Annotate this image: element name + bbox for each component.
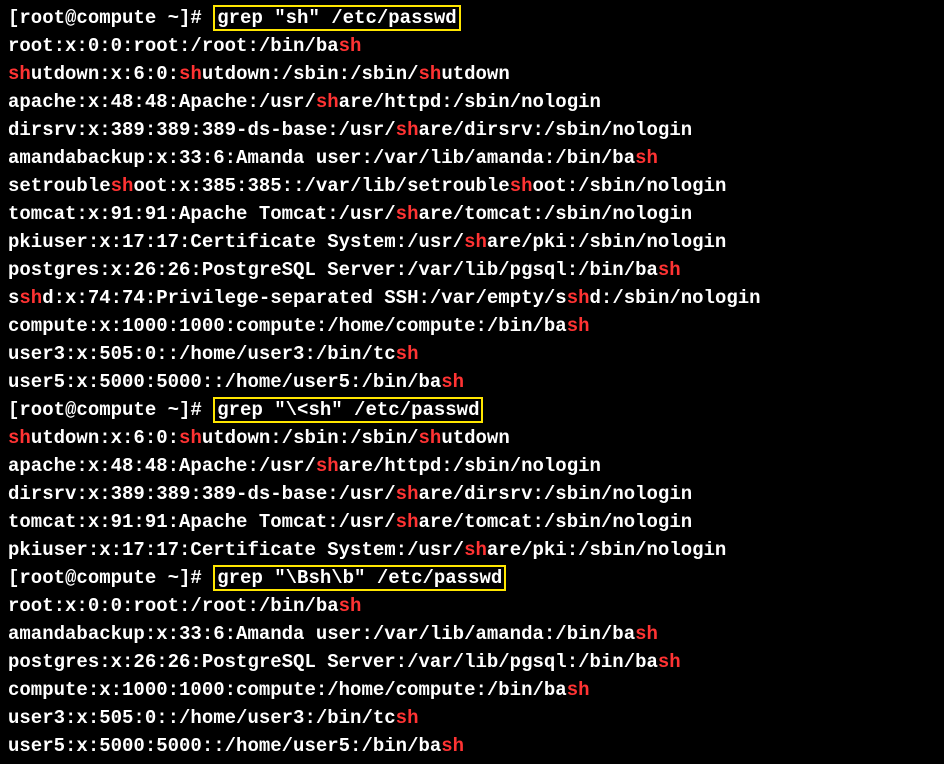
- match-highlight: sh: [567, 679, 590, 701]
- terminal[interactable]: [root@compute ~]# grep "sh" /etc/passwdr…: [8, 4, 936, 760]
- match-highlight: sh: [464, 231, 487, 253]
- command-highlight-box: grep "\Bsh\b" /etc/passwd: [213, 565, 506, 591]
- terminal-line: root:x:0:0:root:/root:/bin/bash: [8, 592, 936, 620]
- match-highlight: sh: [441, 735, 464, 757]
- command-highlight-box: grep "\<sh" /etc/passwd: [213, 397, 483, 423]
- shell-prompt: [root@compute ~]#: [8, 567, 213, 589]
- match-highlight: sh: [316, 91, 339, 113]
- match-highlight: sh: [8, 427, 31, 449]
- match-highlight: sh: [111, 175, 134, 197]
- terminal-line: amandabackup:x:33:6:Amanda user:/var/lib…: [8, 144, 936, 172]
- match-highlight: sh: [658, 259, 681, 281]
- match-highlight: sh: [396, 707, 419, 729]
- match-highlight: sh: [179, 63, 202, 85]
- terminal-line: shutdown:x:6:0:shutdown:/sbin:/sbin/shut…: [8, 60, 936, 88]
- terminal-line: shutdown:x:6:0:shutdown:/sbin:/sbin/shut…: [8, 424, 936, 452]
- terminal-line: apache:x:48:48:Apache:/usr/share/httpd:/…: [8, 452, 936, 480]
- terminal-line: user5:x:5000:5000::/home/user5:/bin/bash: [8, 368, 936, 396]
- match-highlight: sh: [339, 595, 362, 617]
- match-highlight: sh: [464, 539, 487, 561]
- terminal-line: compute:x:1000:1000:compute:/home/comput…: [8, 312, 936, 340]
- terminal-line: user5:x:5000:5000::/home/user5:/bin/bash: [8, 732, 936, 760]
- terminal-line: user3:x:505:0::/home/user3:/bin/tcsh: [8, 340, 936, 368]
- match-highlight: sh: [396, 343, 419, 365]
- terminal-line: dirsrv:x:389:389:389-ds-base:/usr/share/…: [8, 116, 936, 144]
- match-highlight: sh: [419, 63, 442, 85]
- shell-prompt: [root@compute ~]#: [8, 399, 213, 421]
- terminal-line: postgres:x:26:26:PostgreSQL Server:/var/…: [8, 256, 936, 284]
- terminal-line: root:x:0:0:root:/root:/bin/bash: [8, 32, 936, 60]
- terminal-line: [root@compute ~]# grep "\Bsh\b" /etc/pas…: [8, 564, 936, 592]
- shell-prompt: [root@compute ~]#: [8, 7, 213, 29]
- command-highlight-box: grep "sh" /etc/passwd: [213, 5, 460, 31]
- match-highlight: sh: [396, 203, 419, 225]
- match-highlight: sh: [396, 511, 419, 533]
- match-highlight: sh: [635, 147, 658, 169]
- terminal-line: tomcat:x:91:91:Apache Tomcat:/usr/share/…: [8, 200, 936, 228]
- terminal-line: setroubleshoot:x:385:385::/var/lib/setro…: [8, 172, 936, 200]
- match-highlight: sh: [658, 651, 681, 673]
- terminal-line: [root@compute ~]# grep "\<sh" /etc/passw…: [8, 396, 936, 424]
- match-highlight: sh: [19, 287, 42, 309]
- match-highlight: sh: [179, 427, 202, 449]
- match-highlight: sh: [419, 427, 442, 449]
- terminal-line: [root@compute ~]# grep "sh" /etc/passwd: [8, 4, 936, 32]
- terminal-line: user3:x:505:0::/home/user3:/bin/tcsh: [8, 704, 936, 732]
- terminal-line: apache:x:48:48:Apache:/usr/share/httpd:/…: [8, 88, 936, 116]
- match-highlight: sh: [8, 63, 31, 85]
- terminal-line: dirsrv:x:389:389:389-ds-base:/usr/share/…: [8, 480, 936, 508]
- match-highlight: sh: [396, 483, 419, 505]
- match-highlight: sh: [316, 455, 339, 477]
- match-highlight: sh: [339, 35, 362, 57]
- match-highlight: sh: [567, 287, 590, 309]
- terminal-line: compute:x:1000:1000:compute:/home/comput…: [8, 676, 936, 704]
- match-highlight: sh: [396, 119, 419, 141]
- terminal-line: tomcat:x:91:91:Apache Tomcat:/usr/share/…: [8, 508, 936, 536]
- terminal-line: pkiuser:x:17:17:Certificate System:/usr/…: [8, 536, 936, 564]
- terminal-line: postgres:x:26:26:PostgreSQL Server:/var/…: [8, 648, 936, 676]
- match-highlight: sh: [635, 623, 658, 645]
- match-highlight: sh: [510, 175, 533, 197]
- match-highlight: sh: [567, 315, 590, 337]
- terminal-line: amandabackup:x:33:6:Amanda user:/var/lib…: [8, 620, 936, 648]
- terminal-line: sshd:x:74:74:Privilege-separated SSH:/va…: [8, 284, 936, 312]
- match-highlight: sh: [441, 371, 464, 393]
- terminal-line: pkiuser:x:17:17:Certificate System:/usr/…: [8, 228, 936, 256]
